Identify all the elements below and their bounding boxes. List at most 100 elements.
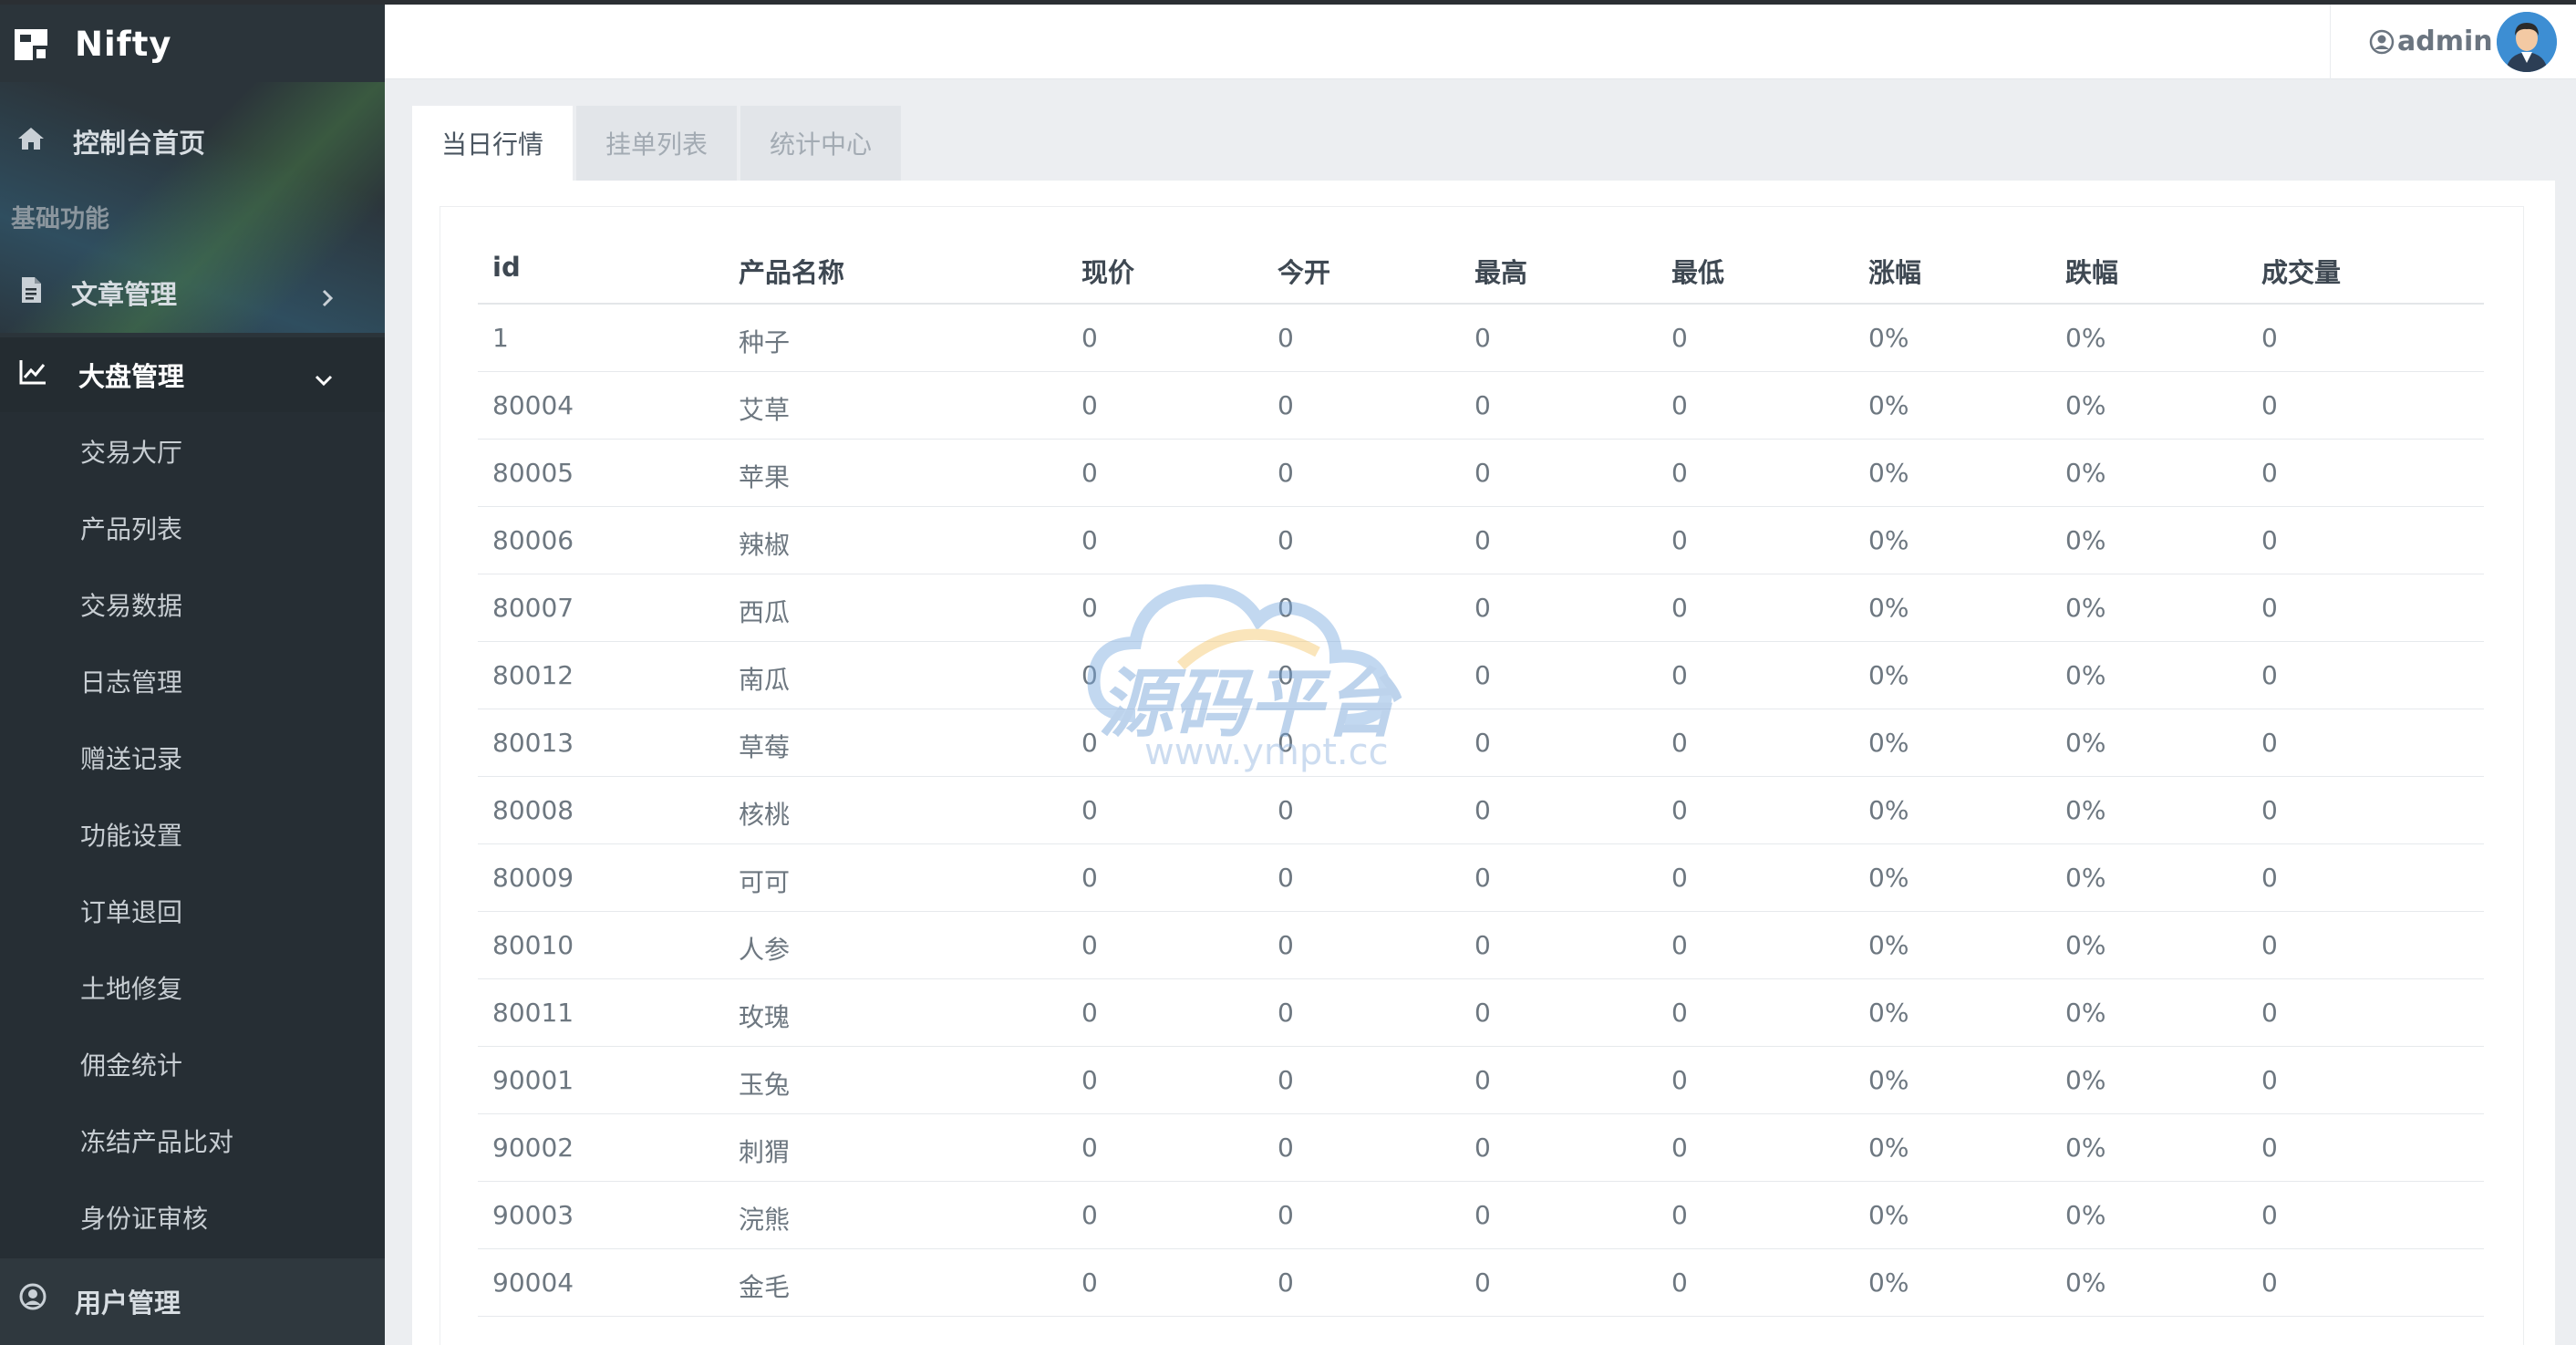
sidebar-subitem-product-list[interactable]: 产品列表 (80, 510, 182, 546)
table-cell-id: 80009 (492, 863, 574, 893)
table-cell-volume: 0 (2261, 863, 2278, 893)
brand[interactable]: Nifty (0, 5, 385, 82)
table-cell-fall: 0% (2065, 728, 2106, 758)
sidebar-subitem-trade-data[interactable]: 交易数据 (80, 586, 182, 623)
sidebar-subitem-trading-hall[interactable]: 交易大厅 (80, 433, 182, 470)
table-cell-low: 0 (1671, 660, 1688, 690)
table-cell-product-name: 浣熊 (739, 1205, 791, 1235)
table-cell-id: 80010 (492, 930, 574, 960)
admin-menu[interactable]: admin (2369, 26, 2493, 57)
table-cell-open: 0 (1278, 1200, 1294, 1230)
sidebar-subitem-gift-records[interactable]: 赠送记录 (80, 740, 182, 776)
table-cell-rise: 0% (1868, 323, 1909, 353)
tab-today-market[interactable]: 当日行情 (412, 106, 573, 181)
chevron-down-icon (315, 375, 333, 387)
user-circle-icon (19, 1283, 47, 1310)
sidebar-subitem-order-return[interactable]: 订单退回 (80, 893, 182, 929)
table-cell-open: 0 (1278, 998, 1294, 1028)
sidebar-subitem-commission[interactable]: 佣金统计 (80, 1046, 182, 1082)
table-cell-product-name: 南瓜 (739, 665, 791, 695)
table-cell-rise: 0% (1868, 593, 1909, 623)
table-cell-low: 0 (1671, 525, 1688, 555)
sidebar-subitem-settings[interactable]: 功能设置 (80, 816, 182, 853)
table-cell-open: 0 (1278, 930, 1294, 960)
table-cell-fall: 0% (2065, 998, 2106, 1028)
table-cell-low: 0 (1671, 930, 1688, 960)
table-cell-price: 0 (1081, 728, 1098, 758)
admin-name: admin (2397, 26, 2493, 57)
sidebar-item-market-label: 大盘管理 (78, 361, 185, 392)
table-cell-low: 0 (1671, 795, 1688, 825)
sidebar-subitem-land-repair[interactable]: 土地修复 (80, 969, 182, 1006)
table-header-fall: 跌幅 (2065, 257, 2119, 288)
sidebar-item-articles-label: 文章管理 (71, 279, 178, 310)
tab-stats-center[interactable]: 统计中心 (740, 106, 901, 181)
table-cell-id: 80011 (492, 998, 574, 1028)
table-cell-fall: 0% (2065, 1267, 2106, 1298)
table-cell-high: 0 (1474, 998, 1491, 1028)
table-cell-high: 0 (1474, 728, 1491, 758)
table-cell-product-name: 玉兔 (739, 1070, 791, 1100)
table-cell-volume: 0 (2261, 593, 2278, 623)
table-header-low: 最低 (1671, 257, 1725, 288)
table-cell-price: 0 (1081, 930, 1098, 960)
table-row: 80010 人参 0 0 0 0 0% 0% 0 (478, 912, 2484, 979)
market-table: id 产品名称 现价 今开 最高 最低 涨幅 跌幅 成交量 1 种子 0 0 0 0 0% 0% 0 80004 艾… (478, 233, 2484, 1317)
table-cell-product-name: 种子 (739, 327, 791, 357)
table-cell-high: 0 (1474, 1133, 1491, 1163)
table-cell-rise: 0% (1868, 458, 1909, 488)
sidebar-subitem-id-review[interactable]: 身份证审核 (80, 1199, 208, 1236)
table-cell-id: 90001 (492, 1065, 574, 1095)
table-cell-high: 0 (1474, 795, 1491, 825)
sidebar-section-basic: 基础功能 (11, 205, 109, 233)
table-cell-rise: 0% (1868, 863, 1909, 893)
table-cell-open: 0 (1278, 660, 1294, 690)
table-cell-price: 0 (1081, 1200, 1098, 1230)
table-header-row: id 产品名称 现价 今开 最高 最低 涨幅 跌幅 成交量 (478, 233, 2484, 305)
table-row: 80011 玫瑰 0 0 0 0 0% 0% 0 (478, 979, 2484, 1047)
table-cell-volume: 0 (2261, 1133, 2278, 1163)
table-cell-high: 0 (1474, 458, 1491, 488)
sidebar-subitem-log-mgmt[interactable]: 日志管理 (80, 663, 182, 699)
table-cell-fall: 0% (2065, 1065, 2106, 1095)
table-cell-price: 0 (1081, 660, 1098, 690)
table-cell-rise: 0% (1868, 1267, 1909, 1298)
table-cell-volume: 0 (2261, 930, 2278, 960)
table-row: 90003 浣熊 0 0 0 0 0% 0% 0 (478, 1182, 2484, 1249)
table-cell-low: 0 (1671, 1200, 1688, 1230)
table-row: 90004 金毛 0 0 0 0 0% 0% 0 (478, 1249, 2484, 1317)
table-cell-rise: 0% (1868, 660, 1909, 690)
table-row: 80006 辣椒 0 0 0 0 0% 0% 0 (478, 507, 2484, 574)
table-cell-product-name: 玫瑰 (739, 1002, 791, 1032)
top-header (385, 5, 2576, 79)
sidebar-submenu-market: 交易大厅 产品列表 交易数据 日志管理 赠送记录 功能设置 订单退回 土地修复 … (0, 412, 385, 1258)
sidebar: Nifty 控制台首页 基础功能 文章管理 大盘管理 交易大厅 产品列表 交易数… (0, 0, 385, 1345)
sidebar-item-dashboard[interactable]: 控制台首页 (0, 108, 385, 171)
table-cell-rise: 0% (1868, 930, 1909, 960)
table-cell-price: 0 (1081, 863, 1098, 893)
table-cell-product-name: 西瓜 (739, 597, 791, 627)
tab-order-list[interactable]: 挂单列表 (576, 106, 737, 181)
avatar[interactable] (2497, 12, 2557, 72)
table-cell-high: 0 (1474, 593, 1491, 623)
table-row: 80012 南瓜 0 0 0 0 0% 0% 0 (478, 642, 2484, 709)
table-row: 90001 玉兔 0 0 0 0 0% 0% 0 (478, 1047, 2484, 1114)
table-cell-product-name: 核桃 (739, 800, 791, 830)
table-cell-rise: 0% (1868, 525, 1909, 555)
sidebar-subitem-frozen-compare[interactable]: 冻结产品比对 (80, 1123, 233, 1159)
table-cell-low: 0 (1671, 863, 1688, 893)
sidebar-item-market[interactable]: 大盘管理 (0, 337, 385, 412)
table-cell-id: 80005 (492, 458, 574, 488)
table-cell-price: 0 (1081, 1267, 1098, 1298)
sidebar-item-articles[interactable]: 文章管理 (0, 255, 385, 328)
table-cell-id: 80006 (492, 525, 574, 555)
table-cell-volume: 0 (2261, 1267, 2278, 1298)
table-cell-high: 0 (1474, 863, 1491, 893)
table-cell-product-name: 刺猬 (739, 1137, 791, 1167)
table-cell-volume: 0 (2261, 795, 2278, 825)
table-cell-fall: 0% (2065, 795, 2106, 825)
table-cell-fall: 0% (2065, 458, 2106, 488)
table-cell-volume: 0 (2261, 323, 2278, 353)
sidebar-item-users[interactable]: 用户管理 (0, 1258, 385, 1345)
table-cell-price: 0 (1081, 593, 1098, 623)
